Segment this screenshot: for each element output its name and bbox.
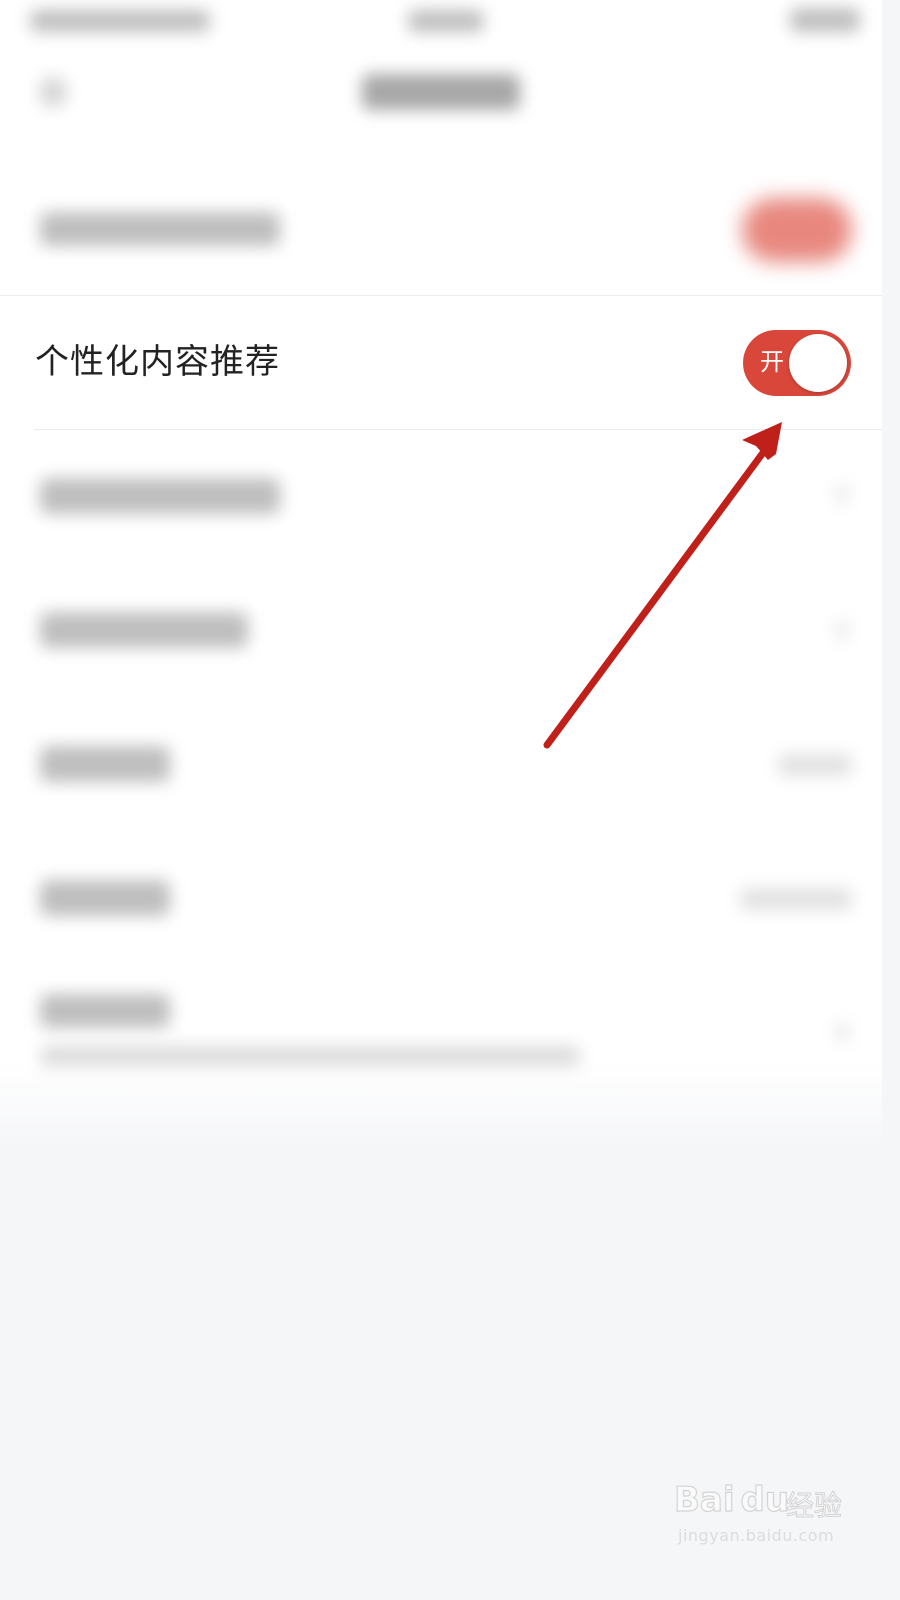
blurred-row-toggle-1[interactable] [742,198,852,262]
row-divider-bottom [34,429,882,430]
blurred-status-bar-center [408,10,484,32]
blurred-row-value-5 [740,888,852,910]
blurred-page-title [362,74,520,110]
watermark-url: jingyan.baidu.com [678,1526,835,1545]
blurred-row-label-1 [40,212,280,246]
blurred-row-value-4 [778,754,852,776]
toggle-knob [789,334,847,392]
blurred-row-label-2 [40,478,280,514]
blurred-row-label-3 [40,612,248,648]
settings-screen: 个性化内容推荐 开 Bai du 经验 jingyan.baidu.com [0,0,882,1568]
blurred-back-icon[interactable] [40,78,66,106]
watermark-logo: Bai du [673,1479,790,1520]
blurred-row-chevron-6 [836,1022,848,1042]
list-bottom-fade [0,1060,882,1150]
blurred-status-bar-left [30,10,210,32]
blurred-status-bar-right [790,8,860,32]
blurred-row-desc-6 [40,1046,580,1066]
blurred-row-chevron-2 [836,484,848,504]
blurred-row-label-6 [40,994,170,1028]
watermark-jingyan-text: 经验 [785,1489,843,1523]
personalized-content-toggle[interactable]: 开 [743,330,851,396]
toggle-state-text: 开 [760,348,784,376]
personalized-content-label: 个性化内容推荐 [35,342,280,382]
blurred-row-chevron-3 [836,620,848,640]
settings-list-background [0,0,882,1110]
baidu-jingyan-watermark: Bai du 经验 jingyan.baidu.com [673,1472,844,1552]
blurred-row-label-4 [40,746,170,782]
blurred-row-label-5 [40,880,170,916]
